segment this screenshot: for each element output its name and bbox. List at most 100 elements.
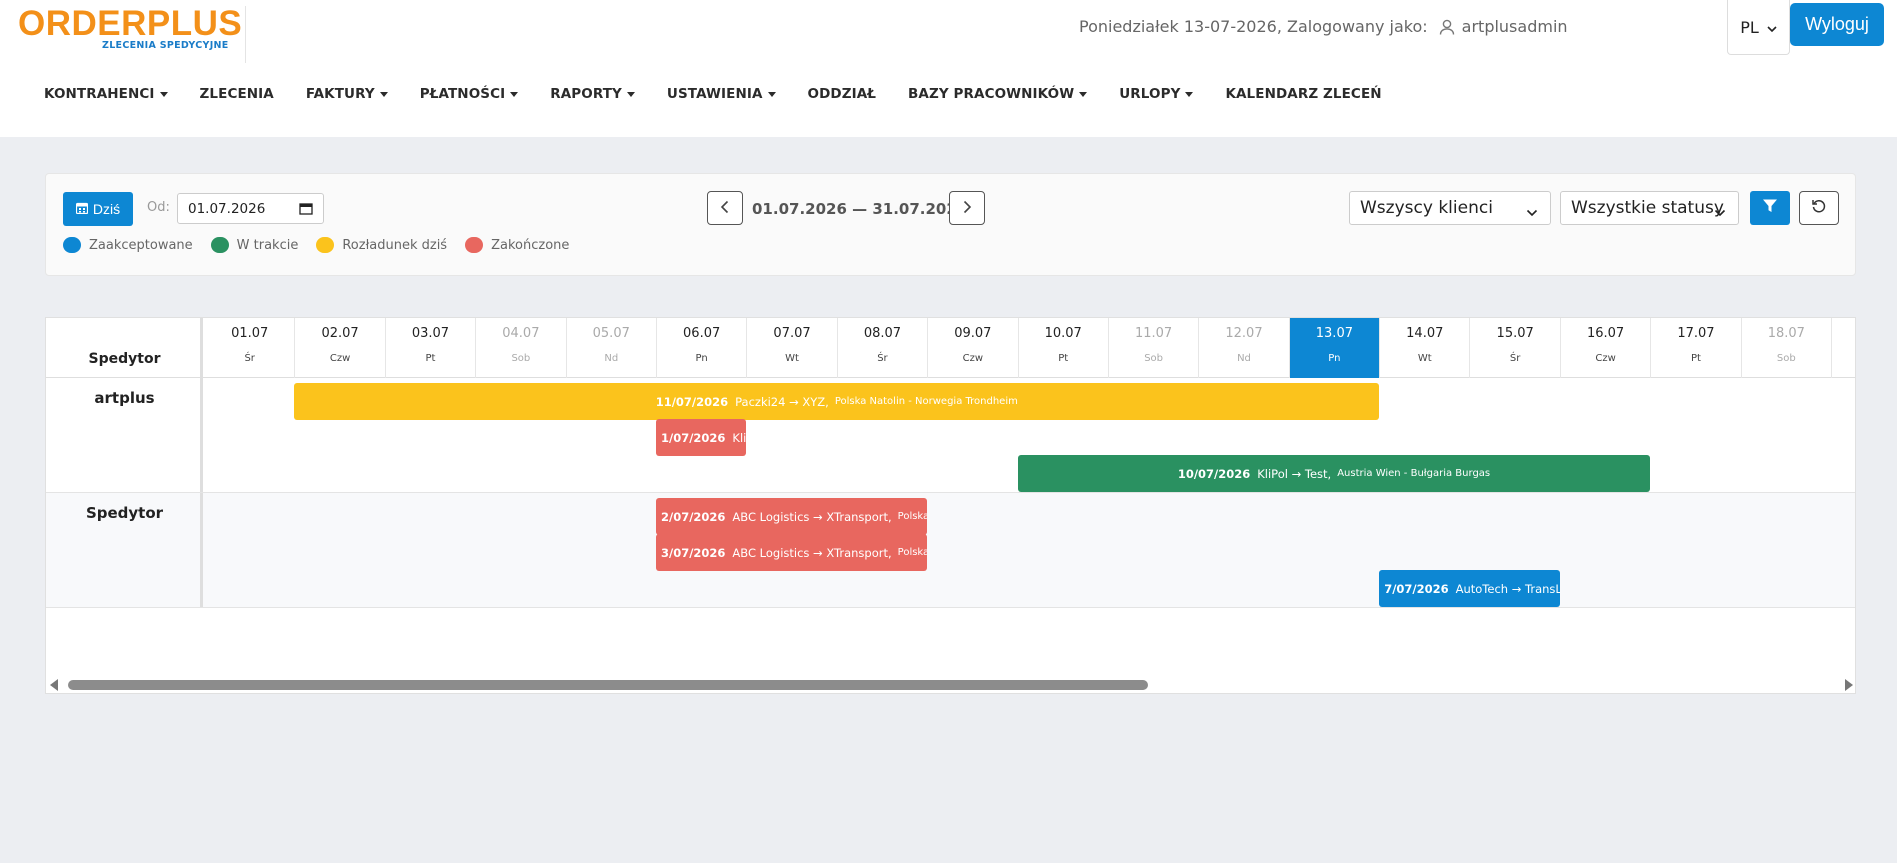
- order-bar[interactable]: 10/07/2026 KliPol → Test, Austria Wien - B…: [1017, 455, 1651, 492]
- logo[interactable]: ORDERPLUS ZLECENIA SPEDYCYJNE: [18, 6, 246, 63]
- day-name: Śr: [877, 353, 888, 364]
- order-route: AutoTech → TransLog: [1455, 581, 1560, 596]
- nav-item-label: KONTRAHENCI: [44, 86, 155, 102]
- order-date: 11/07/2026: [655, 394, 729, 409]
- day-column: 10.07 Pt: [1019, 318, 1109, 378]
- day-name: Nd: [1237, 353, 1251, 364]
- nav-item-label: ZLECENIA: [199, 86, 274, 102]
- scroll-left-icon[interactable]: [50, 679, 58, 691]
- nav-item-label: USTAWIENIA: [666, 86, 763, 102]
- language-select[interactable]: PL: [1727, 0, 1790, 55]
- nav-item-label: URLOPY: [1119, 86, 1181, 102]
- order-date: 3/07/2026: [661, 545, 726, 560]
- day-date: 11.07: [1134, 326, 1173, 341]
- spedytor-name-cell: artplus: [46, 378, 203, 492]
- legend-color-dot: [316, 237, 335, 253]
- status-legend: Zaakceptowane W trakcie Rozładunek dziś Zak…: [63, 237, 587, 253]
- chevron-down-icon: [1526, 202, 1538, 222]
- filter-button[interactable]: [1750, 191, 1790, 225]
- caret-down-icon: [1079, 91, 1088, 97]
- spedytor-name: artplus: [94, 389, 155, 407]
- calendar-picker-icon[interactable]: [299, 202, 313, 215]
- caret-down-icon: [159, 91, 168, 97]
- day-date: 03.07: [411, 326, 450, 341]
- chevron-down-icon: [1767, 18, 1777, 37]
- order-bar[interactable]: 7/07/2026 AutoTech → TransLog: [1379, 570, 1560, 607]
- order-place: Polska Kraków: [897, 511, 928, 522]
- nav-item-płatności[interactable]: PŁATNOŚCI: [420, 86, 519, 102]
- day-name: Wt: [1417, 353, 1432, 364]
- day-date: 02.07: [321, 326, 359, 341]
- day-date: 15.07: [1496, 326, 1534, 341]
- legend-item: Rozładunek dziś: [316, 237, 447, 253]
- order-date: 1/07/2026: [661, 430, 726, 445]
- nav-item-label: KALENDARZ ZLECEŃ: [1225, 86, 1382, 102]
- day-column: 07.07 Wt: [747, 318, 838, 378]
- day-name: Sob: [1144, 353, 1164, 364]
- spedytor-name-cell: Spedytor: [46, 493, 203, 607]
- next-month-button[interactable]: [949, 191, 985, 225]
- nav-item-label: BAZY PRACOWNIKÓW: [908, 86, 1075, 102]
- client-select[interactable]: Wszyscy klienci: [1349, 191, 1551, 225]
- day-date: 14.07: [1406, 326, 1444, 341]
- order-bar[interactable]: 11/07/2026 Paczki24 → XYZ, Polska Natolin …: [294, 383, 1380, 420]
- order-bar[interactable]: 2/07/2026 ABC Logistics → XTransport, Pols…: [656, 498, 928, 535]
- legend-color-dot: [63, 237, 81, 253]
- nav-item-urlopy[interactable]: URLOPY: [1119, 86, 1194, 102]
- legend-color-dot: [465, 237, 484, 253]
- day-name: Pn: [695, 353, 708, 364]
- day-name: Pt: [425, 353, 436, 364]
- prev-month-button[interactable]: [707, 191, 743, 225]
- order-bar[interactable]: 1/07/2026 Klient: [656, 419, 747, 456]
- order-date: 2/07/2026: [661, 509, 726, 524]
- day-date: 17.07: [1677, 326, 1715, 341]
- order-bar[interactable]: 3/07/2026 ABC Logistics → XTransport, Pols…: [656, 534, 928, 571]
- scrollbar-thumb[interactable]: [68, 680, 1148, 690]
- day-name: Czw: [329, 353, 351, 364]
- legend-item: W trakcie: [210, 237, 298, 253]
- day-date: 05.07: [592, 326, 630, 341]
- caret-down-icon: [510, 91, 519, 97]
- today-button[interactable]: Dziś: [63, 192, 133, 226]
- nav-item-label: PŁATNOŚCI: [419, 86, 506, 102]
- order-place: Polska Natolin - Norwegia Trondheim: [834, 396, 1018, 407]
- from-date-value: 01.07.2026: [188, 200, 266, 217]
- orders-calendar: Spedytor 01.07 Śr 02.07 Czw 03.07 Pt 04.07 Sob 0…: [45, 317, 1856, 694]
- legend-item: Zaakceptowane: [63, 237, 193, 253]
- day-name: Śr: [1509, 353, 1521, 364]
- nav-item-ustawienia[interactable]: USTAWIENIA: [667, 86, 776, 102]
- nav-item-zlecenia[interactable]: ZLECENIA: [200, 86, 274, 102]
- reset-button[interactable]: [1799, 191, 1839, 225]
- horizontal-scrollbar[interactable]: [46, 675, 1855, 693]
- day-date: 10.07: [1044, 326, 1082, 341]
- main-nav: KONTRAHENCI ZLECENIA FAKTURY PŁATNOŚCI RAPOR…: [44, 86, 1414, 102]
- logout-button[interactable]: Wyloguj: [1790, 3, 1884, 46]
- nav-item-kalendarz-zleceń[interactable]: KALENDARZ ZLECEŃ: [1225, 86, 1381, 102]
- nav-item-oddział[interactable]: ODDZIAŁ: [808, 86, 877, 102]
- nav-item-bazy-pracowników[interactable]: BAZY PRACOWNIKÓW: [908, 86, 1088, 102]
- day-date: 12.07: [1225, 326, 1263, 341]
- status-select[interactable]: Wszystkie statusy: [1560, 191, 1739, 225]
- day-date: 16.07: [1586, 326, 1625, 341]
- top-bar: ORDERPLUS ZLECENIA SPEDYCYJNE Poniedział…: [0, 0, 1897, 137]
- legend-label: Zaakceptowane: [89, 237, 193, 253]
- day-name: Pn: [1328, 353, 1341, 364]
- user-icon: [1438, 18, 1456, 36]
- logo-subtitle: ZLECENIA SPEDYCYJNE: [102, 40, 229, 51]
- scroll-right-icon[interactable]: [1845, 679, 1853, 691]
- day-column: 03.07 Pt: [386, 318, 477, 378]
- order-route: ABC Logistics → XTransport,: [732, 509, 892, 524]
- nav-item-faktury[interactable]: FAKTURY: [306, 86, 388, 102]
- from-date-input[interactable]: 01.07.2026: [177, 193, 324, 224]
- nav-item-kontrahenci[interactable]: KONTRAHENCI: [44, 86, 168, 102]
- calendar-icon: [75, 201, 88, 217]
- order-route: KliPol → Test,: [1257, 466, 1332, 481]
- nav-item-raporty[interactable]: RAPORTY: [550, 86, 635, 102]
- day-date: 18.07: [1767, 326, 1805, 341]
- legend-label: Zakończone: [491, 237, 570, 253]
- spedytor-column-header: Spedytor: [46, 318, 203, 378]
- today-label: Dziś: [92, 201, 121, 217]
- chevron-right-icon: [962, 199, 972, 218]
- day-column: 11.07 Sob: [1109, 318, 1200, 378]
- order-route: Paczki24 → XYZ,: [735, 394, 829, 409]
